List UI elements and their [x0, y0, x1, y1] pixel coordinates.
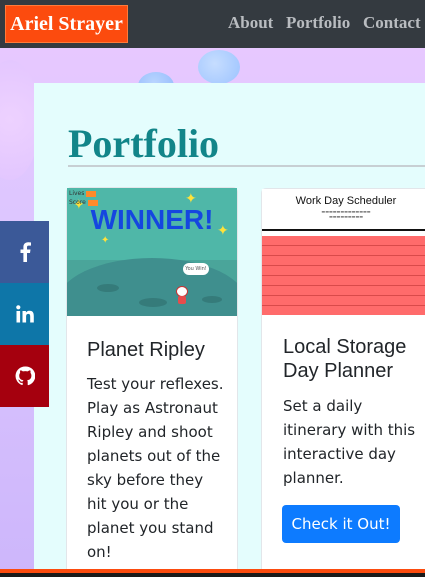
card-text-line: planet you stand: [87, 519, 214, 537]
card-text-line: sky before they: [87, 471, 204, 489]
card-title: Local Storage Day Planner: [283, 335, 423, 383]
scheduler-divider: [262, 229, 425, 231]
crater: [202, 296, 222, 303]
thumbnail-ground: [67, 258, 237, 316]
card-text-line: planets out of the: [87, 447, 221, 465]
star-icon: ✦: [101, 235, 110, 246]
navbar: Ariel Strayer About Portfolio Contact: [0, 0, 425, 48]
title-divider: [68, 165, 425, 167]
nav-link-contact[interactable]: Contact: [363, 13, 421, 33]
brand-link[interactable]: Ariel Strayer: [5, 5, 128, 43]
github-link[interactable]: [0, 345, 49, 407]
scheduler-time-rows: [262, 236, 425, 315]
nav-link-portfolio[interactable]: Portfolio: [286, 13, 350, 33]
crater: [97, 284, 119, 292]
card-text-line: Test your reflexes.: [87, 375, 224, 393]
nav-link-about[interactable]: About: [228, 13, 273, 33]
facebook-link[interactable]: [0, 221, 49, 283]
hud-lives: Lives: [69, 190, 97, 197]
card-text-line: Set a daily: [283, 397, 363, 415]
card-text-line: Ripley and shoot: [87, 423, 213, 441]
project-thumbnail-day-planner[interactable]: Work Day Scheduler ▬▬▬▬▬▬▬▬▬▬▬▬▬ ▬▬▬▬▬▬▬▬…: [262, 189, 425, 315]
footer-bar: [0, 573, 425, 577]
scheduler-subtext: ▬▬▬▬▬▬▬▬▬▬▬▬▬ ▬▬▬▬▬▬▬▬▬: [321, 209, 371, 219]
github-icon: [15, 366, 35, 386]
background-bubble: [198, 50, 240, 84]
scheduler-heading: Work Day Scheduler: [295, 195, 397, 207]
astronaut-icon: [175, 286, 189, 304]
card-text-line: planner.: [283, 469, 344, 487]
linkedin-link[interactable]: [0, 283, 49, 345]
card-description: Test your reflexes. Play as Astronaut Ri…: [87, 372, 227, 564]
check-it-out-button[interactable]: Check it Out!: [282, 505, 400, 543]
card-text-line: interactive day: [283, 445, 396, 463]
card-title-line: Local Storage: [283, 336, 407, 358]
facebook-icon: [20, 242, 31, 262]
card-text-line: hit you or the: [87, 495, 189, 513]
card-title-line: Day Planner: [283, 360, 394, 382]
speech-bubble: You Win!: [183, 263, 209, 275]
crater: [139, 298, 167, 307]
project-thumbnail-planet-ripley[interactable]: ✦ ✦ ✦ ✦ Lives Score WINNER! You Win!: [67, 188, 237, 316]
linkedin-icon: [15, 305, 34, 323]
card-text-line: on!: [87, 543, 112, 561]
card-text-line: Play as Astronaut: [87, 399, 218, 417]
card-title: Planet Ripley: [87, 339, 205, 361]
card-text-line: itinerary with this: [283, 421, 416, 439]
winner-banner: WINNER!: [90, 204, 214, 235]
page-title: Portfolio: [68, 121, 220, 166]
card-description: Set a daily itinerary with this interact…: [283, 394, 423, 490]
